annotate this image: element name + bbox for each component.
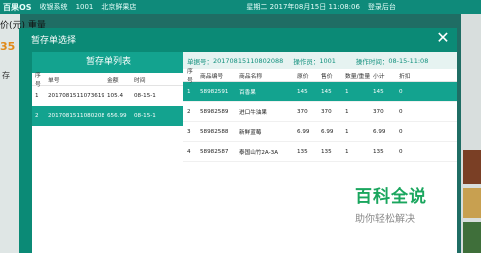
- store-name: 北京鲜果店: [101, 3, 137, 11]
- watermark-title: 百科全说: [355, 187, 427, 207]
- background-side-label: 存: [2, 71, 10, 80]
- list-item-selected[interactable]: 2 20170815110802088 656.99 08-15-1: [32, 106, 185, 126]
- order-no-value: 20170815110802088: [213, 56, 284, 65]
- table-row[interactable]: 3 58982588 新鲜蓝莓 6.99 6.99 1 6.99 0: [183, 122, 457, 142]
- cell-discount: 0: [399, 148, 403, 155]
- list-item-amount: 105.4: [107, 93, 124, 99]
- cell-discount: 0: [399, 88, 403, 95]
- cell-index: 3: [187, 128, 191, 135]
- cell-name: 新鲜蓝莓: [239, 129, 262, 136]
- list-item[interactable]: 1 20170815110736195 105.4 08-15-1: [32, 86, 185, 106]
- column-header-amount: 金额: [107, 77, 119, 84]
- column-header-discount: 折扣: [399, 73, 411, 80]
- list-panel-title: 暂存单列表: [32, 52, 185, 73]
- cell-index: 2: [187, 108, 191, 115]
- cell-subtotal: 370: [373, 108, 384, 115]
- table-row-selected[interactable]: 1 58982591 百香果 145 145 1 145 0: [183, 82, 457, 102]
- cell-qty: 1: [345, 88, 349, 95]
- list-header-row: 序号 单号 金额 时间: [32, 73, 185, 88]
- close-icon[interactable]: ✕: [433, 28, 453, 48]
- cell-price: 370: [297, 108, 308, 115]
- cell-name: 百香果: [239, 89, 256, 96]
- watermark-subtitle: 助你轻松解决: [355, 214, 415, 225]
- cell-code: 58982591: [200, 88, 229, 95]
- list-item-index: 2: [35, 113, 39, 119]
- cell-subtotal: 135: [373, 148, 384, 155]
- background-product-image: [463, 188, 481, 218]
- column-header-code: 商品编号: [200, 73, 224, 80]
- column-header-time: 时间: [134, 77, 146, 84]
- cell-index: 4: [187, 148, 191, 155]
- table-row[interactable]: 2 58982589 进口牛油果 370 370 1 370 0: [183, 102, 457, 122]
- column-header-price: 原价: [297, 73, 309, 80]
- cell-subtotal: 6.99: [373, 128, 386, 135]
- cell-qty: 1: [345, 128, 349, 135]
- cell-index: 1: [187, 88, 191, 95]
- operator-value: 1001: [319, 56, 336, 65]
- cell-discount: 0: [399, 128, 403, 135]
- cell-price: 145: [297, 88, 308, 95]
- cell-price: 135: [297, 148, 308, 155]
- cell-subtotal: 145: [373, 88, 384, 95]
- dialog-title: 暂存单选择: [31, 36, 77, 46]
- datetime: 星期二 2017年08月15日 11:08:06: [246, 3, 360, 11]
- cell-discount: 0: [399, 108, 403, 115]
- list-item-order-no: 20170815110736195: [48, 93, 104, 99]
- cell-sale: 135: [321, 148, 332, 155]
- cell-name: 进口牛油果: [239, 109, 267, 116]
- order-info-bar: 单据号： 20170815110802088 操作员： 1001 操作时间： 0…: [183, 52, 457, 69]
- column-header-qty: 数量/重量: [345, 73, 371, 80]
- app-brand: 百果OS: [3, 2, 32, 12]
- system-name: 收银系统: [39, 3, 68, 11]
- cell-sale: 370: [321, 108, 332, 115]
- detail-header-row: 序号 商品编号 商品名称 原价 售价 数量/重量 小计 折扣: [183, 69, 457, 84]
- background-product-image: [463, 150, 481, 184]
- cell-name: 泰国山竹2A-3A: [239, 149, 279, 156]
- cell-sale: 6.99: [321, 128, 334, 135]
- operator-label: 操作员：: [293, 57, 320, 66]
- cell-qty: 1: [345, 148, 349, 155]
- operate-time-value: 08-15-11:08: [388, 56, 429, 65]
- operate-time-label: 操作时间：: [355, 57, 389, 66]
- column-header-index: 序号: [35, 73, 41, 88]
- column-header-subtotal: 小计: [373, 73, 385, 80]
- column-header-index: 序号: [187, 69, 193, 84]
- list-item-time: 08-15-1: [134, 93, 156, 99]
- list-item-amount: 656.99: [107, 113, 127, 119]
- store-code: 1001: [75, 3, 94, 11]
- column-header-sale: 售价: [321, 73, 333, 80]
- background-price-value: 35: [0, 40, 16, 53]
- column-header-order-no: 单号: [48, 77, 60, 84]
- cell-sale: 145: [321, 88, 332, 95]
- order-no-label: 单据号：: [187, 57, 213, 66]
- app-topbar: 百果OS 收银系统 1001 北京鲜果店 星期二 2017年08月15日 11:…: [0, 0, 481, 14]
- cell-code: 58982588: [200, 128, 229, 135]
- cell-code: 58982587: [200, 148, 229, 155]
- list-item-time: 08-15-1: [134, 113, 156, 119]
- cell-price: 6.99: [297, 128, 310, 135]
- logout-link[interactable]: 登录后台: [368, 2, 396, 12]
- hold-order-list-panel: 暂存单列表 序号 单号 金额 时间 1 20170815110736195 10…: [32, 52, 185, 253]
- table-row[interactable]: 4 58982587 泰国山竹2A-3A 135 135 1 135 0: [183, 142, 457, 162]
- column-header-name: 商品名称: [239, 73, 263, 80]
- list-item-order-no: 20170815110802088: [48, 113, 104, 119]
- watermark: 百科全说 助你轻松解决: [355, 182, 445, 225]
- cell-code: 58982589: [200, 108, 229, 115]
- list-item-index: 1: [35, 93, 39, 99]
- cell-qty: 1: [345, 108, 349, 115]
- background-product-image: [463, 222, 481, 253]
